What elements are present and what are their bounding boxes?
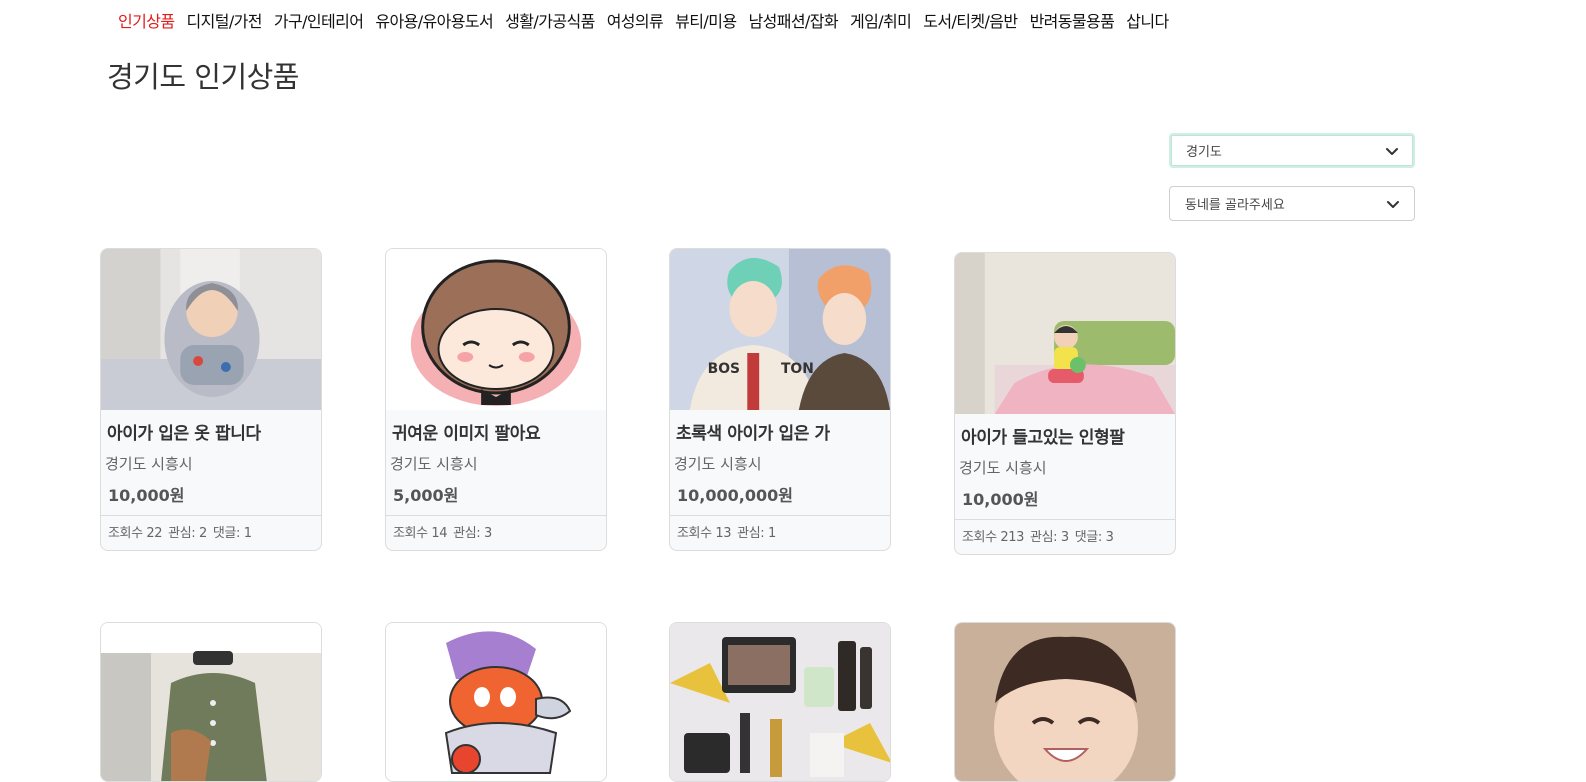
child-on-bed-photo xyxy=(955,253,1175,414)
product-stats: 조회수 22 관심: 2 댓글: 1 xyxy=(101,515,321,550)
chevron-down-icon xyxy=(1387,200,1399,208)
nav-item-popular[interactable]: 인기상품 xyxy=(118,10,175,34)
nav-item-games[interactable]: 게임/취미 xyxy=(850,10,912,34)
product-price: 10,000,000원 xyxy=(677,486,793,505)
product-location: 경기도 시흥시 xyxy=(390,455,478,473)
game-character-illustration xyxy=(386,623,606,781)
nav-item-books[interactable]: 도서/티켓/음반 xyxy=(923,10,1018,34)
product-card[interactable] xyxy=(669,622,891,782)
product-location: 경기도 시흥시 xyxy=(959,459,1047,477)
product-card[interactable]: 아이가 입은 옷 팝니다 경기도 시흥시 10,000원 조회수 22 관심: 2… xyxy=(100,248,322,551)
view-count: 조회수 14 xyxy=(393,526,448,541)
product-title: 아이가 들고있는 인형팔 xyxy=(961,428,1125,448)
nav-item-pets[interactable]: 반려동물용품 xyxy=(1030,10,1115,34)
product-card[interactable] xyxy=(954,622,1176,782)
nav-item-buying[interactable]: 삽니다 xyxy=(1126,10,1169,34)
chevron-down-icon xyxy=(1386,147,1398,155)
product-price: 10,000원 xyxy=(962,490,1039,509)
nav-item-kids[interactable]: 유아용/유아용도서 xyxy=(375,10,493,34)
nav-item-furniture[interactable]: 가구/인테리어 xyxy=(274,10,364,34)
view-count: 조회수 22 xyxy=(108,526,163,541)
comment-count: 댓글: 3 xyxy=(1074,530,1114,545)
region-select-value: 경기도 xyxy=(1186,145,1222,160)
like-count: 관심: 2 xyxy=(168,526,207,541)
product-stats: 조회수 13 관심: 1 xyxy=(670,515,890,550)
region-select[interactable]: 경기도 xyxy=(1169,133,1415,168)
product-stats: 조회수 213 관심: 3 댓글: 3 xyxy=(955,519,1175,554)
svg-text:BOS: BOS xyxy=(708,361,740,377)
nav-item-digital[interactable]: 디지털/가전 xyxy=(186,10,262,34)
product-title: 아이가 입은 옷 팝니다 xyxy=(107,424,261,444)
town-select[interactable]: 동네를 골라주세요 xyxy=(1169,186,1415,221)
product-location: 경기도 시흥시 xyxy=(105,455,193,473)
cartoon-boy-illustration xyxy=(386,249,606,410)
view-count: 조회수 213 xyxy=(962,530,1025,545)
view-count: 조회수 13 xyxy=(677,526,732,541)
svg-text:TON: TON xyxy=(781,361,814,377)
product-title: 귀여운 이미지 팔아요 xyxy=(392,424,541,444)
nav-item-womens[interactable]: 여성의류 xyxy=(607,10,664,34)
comment-count: 댓글: 1 xyxy=(212,526,252,541)
product-location: 경기도 시흥시 xyxy=(674,455,762,473)
category-nav: 인기상품 디지털/가전 가구/인테리어 유아용/유아용도서 생활/가공식품 여성… xyxy=(118,10,1169,34)
town-select-value: 동네를 골라주세요 xyxy=(1185,198,1285,213)
product-price: 5,000원 xyxy=(393,486,459,505)
smiling-child-photo xyxy=(955,623,1175,781)
nav-item-beauty[interactable]: 뷰티/미용 xyxy=(675,10,737,34)
like-count: 관심: 1 xyxy=(737,526,776,541)
nav-item-living[interactable]: 생활/가공식품 xyxy=(505,10,595,34)
product-card[interactable] xyxy=(385,622,607,782)
product-card[interactable]: 귀여운 이미지 팔아요 경기도 시흥시 5,000원 조회수 14 관심: 3 xyxy=(385,248,607,551)
cosmetics-photo xyxy=(670,623,890,781)
product-title: 초록색 아이가 입은 가 xyxy=(676,424,830,444)
two-people-photo: BOS TON xyxy=(670,249,890,410)
nav-item-mens[interactable]: 남성패션/잡화 xyxy=(748,10,838,34)
child-in-hoodie-photo xyxy=(101,249,321,410)
cardigan-outfit-photo xyxy=(101,623,321,781)
like-count: 관심: 3 xyxy=(453,526,492,541)
page-title: 경기도 인기상품 xyxy=(107,60,299,94)
product-price: 10,000원 xyxy=(108,486,185,505)
product-card[interactable] xyxy=(100,622,322,782)
product-stats: 조회수 14 관심: 3 xyxy=(386,515,606,550)
like-count: 관심: 3 xyxy=(1030,530,1069,545)
product-card[interactable]: 아이가 들고있는 인형팔 경기도 시흥시 10,000원 조회수 213 관심: … xyxy=(954,252,1176,555)
product-card[interactable]: BOS TON 초록색 아이가 입은 가 경기도 시흥시 10,000,000원… xyxy=(669,248,891,551)
